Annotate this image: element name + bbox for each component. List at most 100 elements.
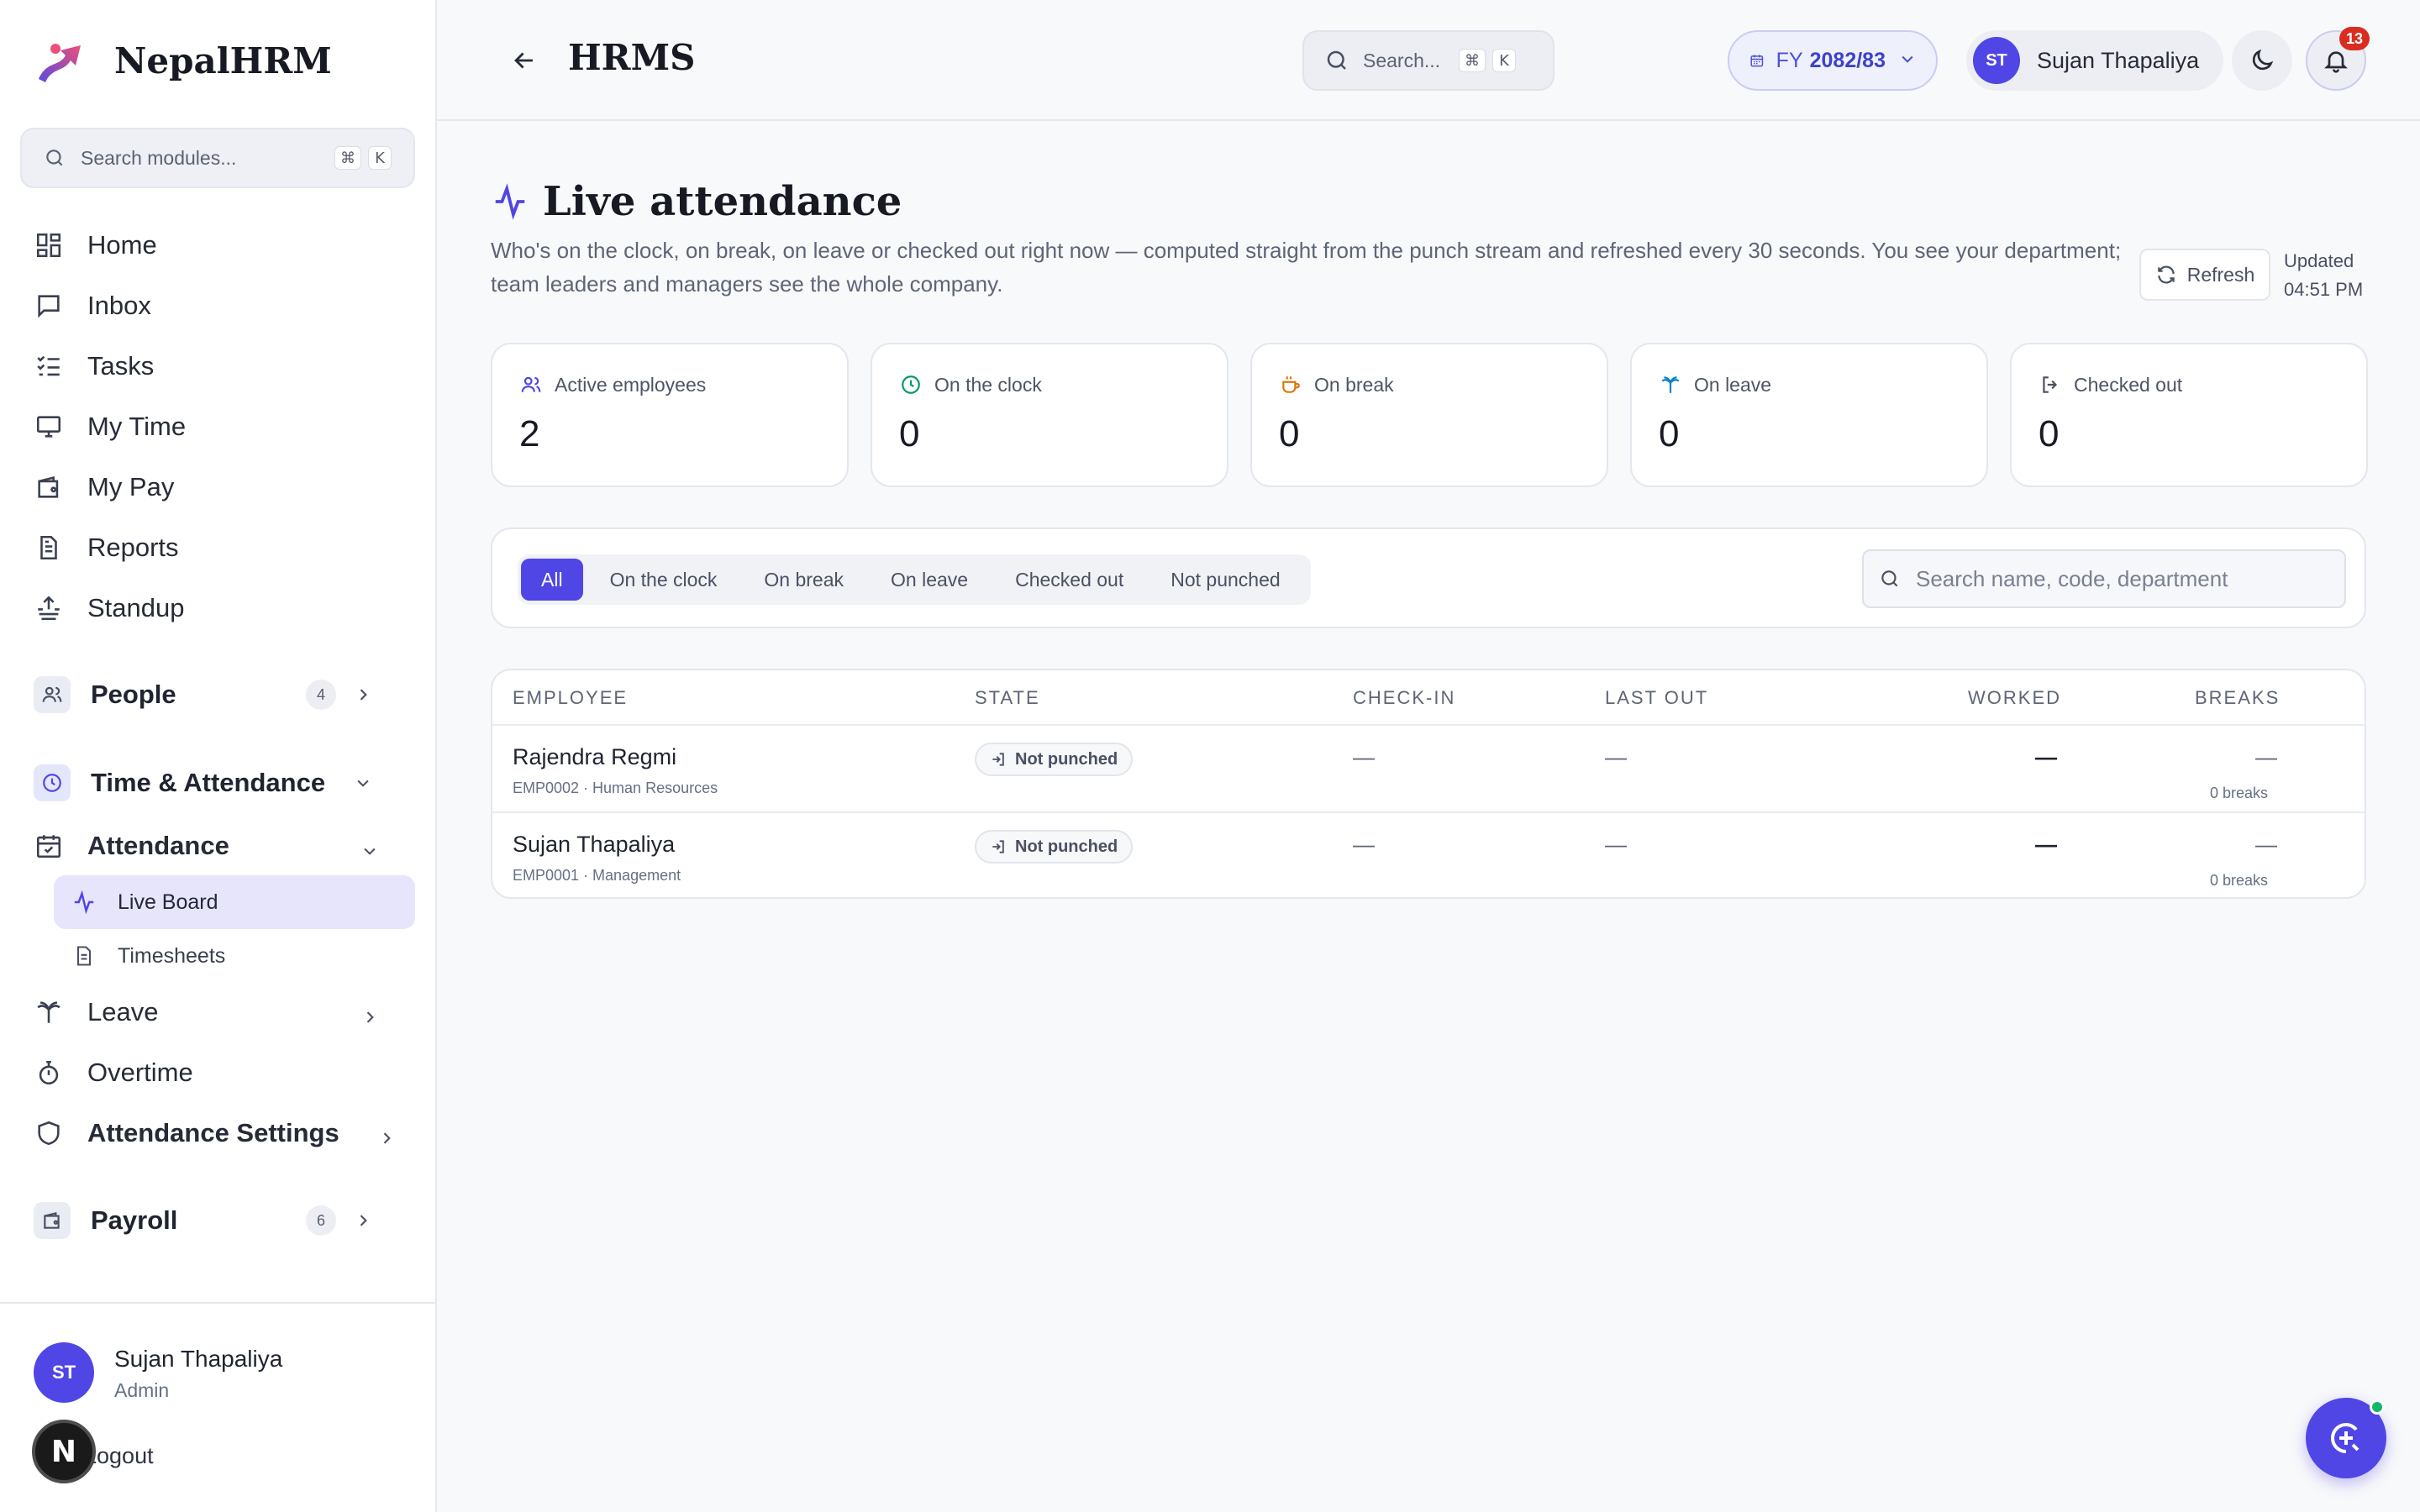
page-title: Live attendance xyxy=(543,178,902,225)
breaks-value: — xyxy=(2255,832,2277,857)
theme-toggle-button[interactable] xyxy=(2232,30,2292,91)
employee-name: Rajendra Regmi xyxy=(513,744,677,769)
breaks-count: 0 breaks xyxy=(2210,872,2269,889)
stats-row: Active employees 2 On the clock 0 On bre… xyxy=(491,343,2368,487)
user-menu[interactable]: ST Sujan Thapaliya xyxy=(1966,30,2223,91)
sidebar-group-time-attendance[interactable]: Time & Attendance xyxy=(34,758,403,808)
sidebar-group-people[interactable]: People 4 xyxy=(34,669,403,720)
column-header-worked[interactable]: WORKED xyxy=(1968,687,2061,709)
sidebar-item-home[interactable]: Home xyxy=(34,222,157,269)
user-name: Sujan Thapaliya xyxy=(2037,47,2200,73)
fiscal-year-value: 2082/83 xyxy=(1809,48,1886,72)
filter-tab-not-punched[interactable]: Not punched xyxy=(1150,559,1300,601)
sidebar-item-reports[interactable]: Reports xyxy=(34,524,179,571)
palm-tree-icon xyxy=(1659,373,1682,396)
sidebar-search[interactable]: Search modules... ⌘ K xyxy=(20,128,415,188)
table-row[interactable]: Rajendra Regmi EMP0002 · Human Resources… xyxy=(492,726,2365,811)
top-bar: HRMS Search... ⌘ K FY 2082/83 ST Sujan T… xyxy=(437,0,2420,121)
notifications-button[interactable]: 13 xyxy=(2306,27,2370,91)
sidebar-item-attendance-settings[interactable]: Attendance Settings xyxy=(34,1110,391,1157)
sidebar-item-timesheets[interactable]: Timesheets xyxy=(54,929,415,983)
status-text: Not punched xyxy=(1015,749,1118,769)
app-root: NepalHRM Search modules... ⌘ K Home Inbo… xyxy=(0,0,2420,1512)
sidebar-group-label: Payroll xyxy=(91,1205,178,1235)
filter-tab-checked-out[interactable]: Checked out xyxy=(995,559,1144,601)
filter-tab-all[interactable]: All xyxy=(521,559,583,601)
employee-search-input[interactable]: Search name, code, department xyxy=(1862,549,2346,608)
stat-label: On leave xyxy=(1694,373,1772,396)
avatar: ST xyxy=(1973,37,2020,84)
refresh-button[interactable]: Refresh xyxy=(2139,249,2270,301)
refresh-label: Refresh xyxy=(2186,263,2255,286)
filter-tab-on-the-clock[interactable]: On the clock xyxy=(590,559,738,601)
chevron-right-icon xyxy=(353,685,373,705)
stat-label: On the clock xyxy=(934,373,1042,396)
sidebar-item-leave[interactable]: Leave xyxy=(34,989,374,1036)
fiscal-year-label: FY xyxy=(1776,48,1803,72)
stopwatch-icon xyxy=(34,1058,64,1088)
sidebar-item-label: Attendance Settings xyxy=(87,1118,339,1147)
footer-user-role: Admin xyxy=(114,1379,170,1401)
users-icon xyxy=(519,373,543,396)
employee-search-placeholder: Search name, code, department xyxy=(1916,565,2228,591)
stat-value: 0 xyxy=(1659,413,1680,454)
global-search-placeholder: Search... xyxy=(1363,49,1441,71)
chevron-down-icon xyxy=(353,773,373,793)
dev-tools-badge[interactable]: N xyxy=(32,1420,96,1483)
breaks-value: — xyxy=(2255,744,2277,769)
kbd-key: K xyxy=(368,146,392,170)
global-search[interactable]: Search... ⌘ K xyxy=(1302,30,1555,91)
sidebar-item-my-pay[interactable]: My Pay xyxy=(34,464,174,511)
palm-tree-icon xyxy=(34,997,64,1027)
column-header-employee[interactable]: EMPLOYEE xyxy=(513,687,628,709)
table-header: EMPLOYEE STATE CHECK-IN LAST OUT WORKED … xyxy=(492,670,2365,726)
page-description: Who's on the clock, on break, on leave o… xyxy=(491,238,2122,297)
column-header-last-out[interactable]: LAST OUT xyxy=(1605,687,1708,709)
notification-count-badge: 13 xyxy=(2339,27,2370,50)
worked-value: — xyxy=(2035,832,2057,857)
sidebar-search-placeholder: Search modules... xyxy=(81,146,237,169)
attendance-table: EMPLOYEE STATE CHECK-IN LAST OUT WORKED … xyxy=(491,669,2366,899)
clock-icon xyxy=(34,764,71,801)
check-in-value: — xyxy=(1353,832,1375,857)
kbd-mod: ⌘ xyxy=(1459,49,1486,72)
brand[interactable]: NepalHRM xyxy=(34,37,332,84)
stat-card-on-break: On break 0 xyxy=(1250,343,1608,487)
sidebar-item-label: Reports xyxy=(87,533,179,562)
sidebar-group-payroll[interactable]: Payroll 6 xyxy=(34,1195,403,1246)
stat-card-checked-out: Checked out 0 xyxy=(2010,343,2368,487)
back-button[interactable] xyxy=(506,42,543,79)
page-header-title: HRMS xyxy=(568,37,696,78)
column-header-state[interactable]: STATE xyxy=(975,687,1040,709)
chevron-right-icon xyxy=(353,1210,373,1231)
sidebar-item-live-board[interactable]: Live Board xyxy=(54,875,415,929)
table-row[interactable]: Sujan Thapaliya EMP0001 · Management Not… xyxy=(492,811,2365,897)
arrow-left-icon xyxy=(514,52,533,69)
moon-icon xyxy=(2252,49,2274,71)
sidebar-item-my-time[interactable]: My Time xyxy=(34,403,186,450)
avatar[interactable]: ST xyxy=(34,1342,94,1403)
assistant-chat-button[interactable] xyxy=(2306,1398,2386,1478)
sidebar-item-standup[interactable]: Standup xyxy=(34,585,185,632)
stat-label: On break xyxy=(1314,373,1394,396)
column-header-breaks[interactable]: BREAKS xyxy=(2195,687,2280,709)
chevron-right-icon xyxy=(378,1123,395,1153)
checklist-icon xyxy=(34,351,64,381)
sidebar-item-tasks[interactable]: Tasks xyxy=(34,343,154,390)
sidebar-item-inbox[interactable]: Inbox xyxy=(34,282,151,329)
sidebar-group-label: Time & Attendance xyxy=(91,768,326,797)
breaks-count: 0 breaks xyxy=(2210,785,2269,801)
filter-tab-on-leave[interactable]: On leave xyxy=(871,559,988,601)
fiscal-year-selector[interactable]: FY 2082/83 xyxy=(1728,30,1938,91)
sidebar-item-label: Attendance xyxy=(87,831,229,860)
column-header-check-in[interactable]: CHECK-IN xyxy=(1353,687,1455,709)
sidebar-item-label: Inbox xyxy=(87,291,151,320)
filter-tab-on-break[interactable]: On break xyxy=(744,559,864,601)
sidebar-item-overtime[interactable]: Overtime xyxy=(34,1049,193,1096)
refresh-icon xyxy=(2157,265,2175,284)
employee-code-department: EMP0002 · Human Resources xyxy=(513,780,718,796)
status-badge: Not punched xyxy=(975,743,1134,776)
document-icon xyxy=(71,942,97,969)
kbd-mod: ⌘ xyxy=(334,146,361,170)
sidebar-item-attendance[interactable]: Attendance xyxy=(34,822,376,869)
